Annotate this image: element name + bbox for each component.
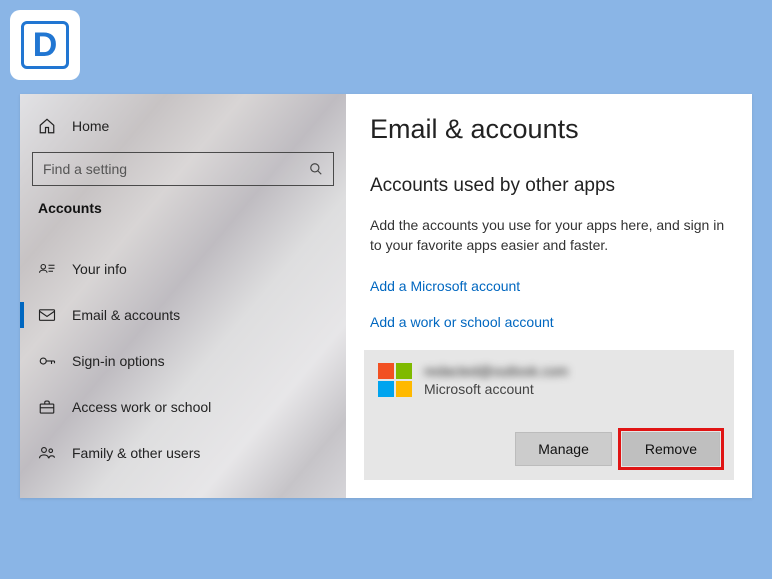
mail-icon [38, 306, 56, 324]
sidebar-item-label: Access work or school [72, 399, 211, 415]
briefcase-icon [38, 398, 56, 416]
main-panel: Email & accounts Accounts used by other … [346, 94, 752, 498]
add-work-school-account-link[interactable]: Add a work or school account [370, 314, 728, 330]
account-text-block: redacted@outlook.com Microsoft account [424, 362, 568, 398]
microsoft-logo-icon [378, 363, 412, 397]
logo-letter: D [21, 21, 69, 69]
search-icon [309, 162, 323, 176]
sidebar-section-label: Accounts [20, 200, 346, 216]
section-description: Add the accounts you use for your apps h… [370, 215, 728, 256]
nav-home[interactable]: Home [20, 106, 346, 146]
remove-button[interactable]: Remove [622, 432, 720, 466]
sidebar-item-family-users[interactable]: Family & other users [20, 430, 346, 476]
settings-sidebar: Home Accounts Your info Email & accounts [20, 94, 346, 498]
section-subtitle: Accounts used by other apps [370, 175, 728, 197]
app-logo: D [10, 10, 80, 80]
sidebar-item-work-school[interactable]: Access work or school [20, 384, 346, 430]
sidebar-item-label: Email & accounts [72, 307, 180, 323]
sidebar-item-label: Family & other users [72, 445, 200, 461]
search-input[interactable] [43, 161, 309, 177]
account-email: redacted@outlook.com [424, 362, 568, 380]
account-card[interactable]: redacted@outlook.com Microsoft account M… [364, 350, 734, 480]
account-button-row: Manage Remove [378, 432, 720, 466]
page-title: Email & accounts [370, 114, 728, 145]
home-icon [38, 117, 56, 135]
account-type: Microsoft account [424, 380, 568, 398]
sidebar-item-your-info[interactable]: Your info [20, 246, 346, 292]
people-icon [38, 444, 56, 462]
nav-home-label: Home [72, 118, 109, 134]
sidebar-item-label: Sign-in options [72, 353, 165, 369]
key-icon [38, 352, 56, 370]
settings-window: Home Accounts Your info Email & accounts [20, 94, 752, 498]
sidebar-item-signin-options[interactable]: Sign-in options [20, 338, 346, 384]
account-summary: redacted@outlook.com Microsoft account [378, 362, 720, 398]
manage-button[interactable]: Manage [515, 432, 612, 466]
sidebar-item-label: Your info [72, 261, 127, 277]
search-field[interactable] [32, 152, 334, 186]
add-microsoft-account-link[interactable]: Add a Microsoft account [370, 278, 728, 294]
person-card-icon [38, 260, 56, 278]
sidebar-item-email-accounts[interactable]: Email & accounts [20, 292, 346, 338]
